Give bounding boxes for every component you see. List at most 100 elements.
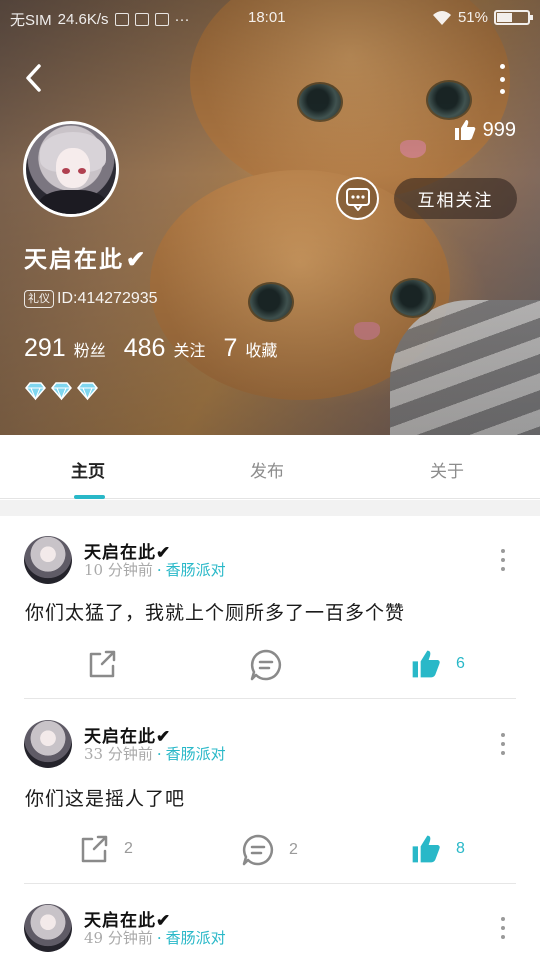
more-vertical-icon bbox=[501, 567, 505, 571]
post-more-button[interactable] bbox=[500, 917, 506, 939]
diamond-icon bbox=[51, 382, 72, 401]
message-icon bbox=[345, 187, 370, 211]
post-meta: 10 分钟前 · 香肠派对 bbox=[84, 559, 226, 580]
profile-header: 无SIM 24.6K/s ··· 18:01 51% 999 互相关注 天启在此… bbox=[0, 0, 540, 435]
post-more-button[interactable] bbox=[500, 733, 506, 755]
notification-icon bbox=[114, 13, 129, 26]
post-content: 你们太猛了，我就上个厕所多了一百多个赞 bbox=[25, 602, 406, 624]
comment-button[interactable] bbox=[249, 648, 297, 682]
more-vertical-icon bbox=[501, 917, 505, 921]
more-options-button[interactable] bbox=[494, 64, 510, 94]
thumb-up-icon bbox=[412, 835, 440, 863]
more-vertical-icon bbox=[501, 926, 505, 930]
stat-favorites[interactable]: 7 收藏 bbox=[223, 334, 277, 363]
share-button[interactable]: 2 bbox=[78, 833, 133, 865]
section-gap bbox=[0, 500, 540, 516]
post-topic[interactable]: 香肠派对 bbox=[166, 745, 226, 763]
share-count: 2 bbox=[124, 840, 133, 857]
avatar-eye bbox=[62, 168, 70, 174]
post-time: 10 分钟前 bbox=[84, 561, 153, 579]
notification-icon bbox=[154, 13, 169, 26]
stat-following[interactable]: 486 关注 bbox=[124, 334, 206, 363]
more-vertical-icon bbox=[501, 751, 505, 755]
avatar[interactable] bbox=[24, 536, 72, 584]
stat-number: 7 bbox=[223, 334, 238, 362]
post-topic[interactable]: 香肠派对 bbox=[166, 929, 226, 947]
status-time: 18:01 bbox=[248, 9, 286, 26]
more-vertical-icon bbox=[501, 549, 505, 553]
post-meta: 49 分钟前 · 香肠派对 bbox=[84, 927, 226, 948]
avatar-eye bbox=[78, 168, 86, 174]
stat-label: 收藏 bbox=[245, 341, 278, 360]
profile-avatar[interactable] bbox=[23, 121, 119, 217]
status-left: 无SIM 24.6K/s ··· bbox=[10, 9, 190, 30]
battery-icon bbox=[494, 10, 533, 25]
like-count: 6 bbox=[456, 655, 465, 672]
username-text: 天启在此 bbox=[24, 246, 124, 273]
meta-separator: · bbox=[156, 561, 162, 579]
share-button[interactable] bbox=[86, 648, 132, 680]
like-button[interactable]: 8 bbox=[410, 833, 465, 865]
post-time: 49 分钟前 bbox=[84, 929, 153, 947]
stat-fans[interactable]: 291 粉丝 bbox=[24, 334, 106, 363]
battery-percent: 51% bbox=[457, 9, 488, 26]
avatar[interactable] bbox=[24, 720, 72, 768]
share-icon bbox=[89, 650, 116, 678]
profile-stats: 291 粉丝 486 关注 7 收藏 bbox=[24, 334, 295, 363]
thumb-up-icon bbox=[454, 120, 475, 140]
notification-icon bbox=[134, 13, 149, 26]
profile-id-row: 礼仪 ID:414272935 bbox=[24, 290, 158, 308]
back-button[interactable] bbox=[18, 60, 50, 96]
comment-button[interactable]: 2 bbox=[241, 833, 298, 867]
comment-icon bbox=[242, 834, 274, 866]
post-meta: 33 分钟前 · 香肠派对 bbox=[84, 743, 226, 764]
meta-separator: · bbox=[156, 929, 162, 947]
diamond-icon bbox=[77, 382, 98, 401]
profile-like-number: 999 bbox=[482, 118, 516, 141]
comment-count: 2 bbox=[289, 841, 298, 858]
comment-icon bbox=[250, 649, 282, 681]
net-speed-text: 24.6K/s bbox=[57, 11, 109, 28]
post-time: 33 分钟前 bbox=[84, 745, 153, 763]
more-vertical-icon bbox=[501, 742, 505, 746]
post-more-button[interactable] bbox=[500, 549, 506, 571]
stat-number: 291 bbox=[24, 334, 66, 362]
tab-posts[interactable]: 发布 bbox=[250, 457, 284, 482]
post-content: 你们这是摇人了吧 bbox=[25, 788, 186, 810]
follow-button[interactable]: 互相关注 bbox=[394, 178, 517, 219]
post-topic[interactable]: 香肠派对 bbox=[166, 561, 226, 579]
more-vertical-icon bbox=[501, 935, 505, 939]
verified-icon: ✔ bbox=[126, 246, 148, 273]
post-divider bbox=[24, 698, 516, 699]
more-vertical-icon bbox=[499, 89, 505, 94]
status-bar: 无SIM 24.6K/s ··· 18:01 51% bbox=[0, 0, 540, 36]
profile-tabs: 主页 发布 关于 bbox=[0, 435, 540, 499]
profile-like-count: 999 bbox=[453, 118, 516, 142]
tab-indicator bbox=[74, 495, 105, 499]
tab-home[interactable]: 主页 bbox=[71, 457, 105, 482]
meta-separator: · bbox=[156, 745, 162, 763]
like-button[interactable]: 6 bbox=[410, 648, 465, 680]
level-gems bbox=[23, 381, 100, 401]
stat-number: 486 bbox=[123, 334, 166, 362]
stat-label: 关注 bbox=[173, 341, 206, 360]
more-notifications-icon: ··· bbox=[174, 11, 190, 28]
status-right: 51% bbox=[432, 9, 533, 26]
thumb-up-icon bbox=[412, 650, 440, 678]
like-count: 8 bbox=[456, 840, 465, 857]
profile-id: ID:414272935 bbox=[57, 290, 158, 307]
etiquette-badge: 礼仪 bbox=[24, 290, 54, 308]
more-vertical-icon bbox=[501, 558, 505, 562]
post-divider bbox=[24, 883, 516, 884]
message-button[interactable] bbox=[336, 177, 379, 220]
feed-post: 天启在此✔ 49 分钟前 · 香肠派对 bbox=[0, 885, 540, 960]
more-vertical-icon bbox=[499, 64, 505, 69]
more-vertical-icon bbox=[499, 76, 505, 82]
profile-username: 天启在此✔ bbox=[24, 240, 147, 274]
avatar[interactable] bbox=[24, 904, 72, 952]
feed-post: 天启在此✔ 33 分钟前 · 香肠派对 你们这是摇人了吧 2 2 8 bbox=[0, 700, 540, 884]
feed-post: 天启在此✔ 10 分钟前 · 香肠派对 你们太猛了，我就上个厕所多了一百多个赞 6 bbox=[0, 516, 540, 699]
wifi-icon bbox=[432, 10, 451, 25]
diamond-icon bbox=[25, 382, 46, 401]
tab-about[interactable]: 关于 bbox=[430, 457, 464, 482]
